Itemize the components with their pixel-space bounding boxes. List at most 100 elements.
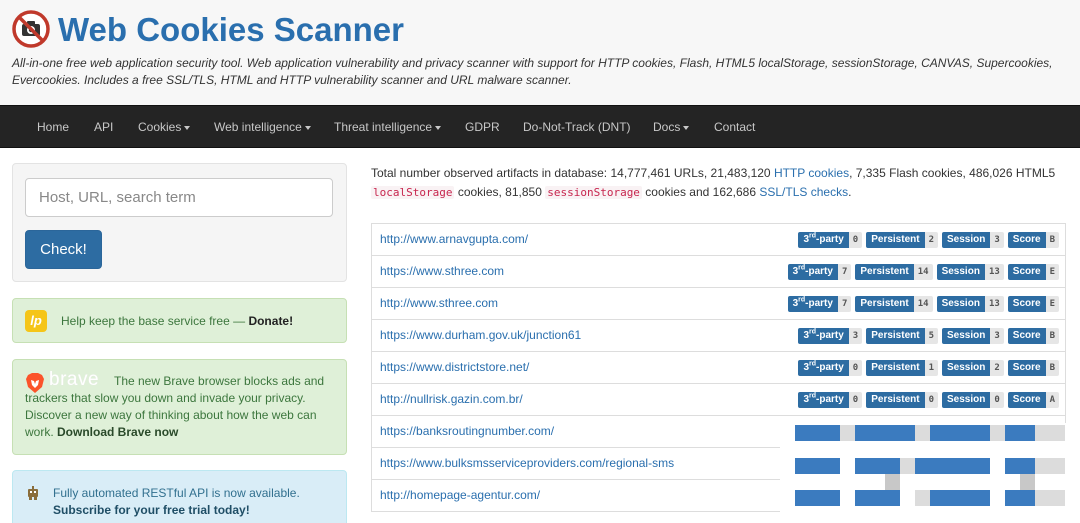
result-row: https://www.sthree.com 3rd-party 7 Persiste… (371, 255, 1066, 288)
badge-label: Session (936, 264, 985, 280)
badge-label-superscript: rd (809, 392, 816, 400)
ssl-tls-checks-link[interactable]: SSL/TLS checks (759, 185, 848, 199)
loading-badge-block (915, 490, 930, 506)
site-title[interactable]: Web Cookies Scanner (58, 10, 404, 50)
score-badge[interactable]: Score E (1007, 296, 1059, 312)
nav-home[interactable]: Home (37, 106, 69, 149)
badge-value: 2 (990, 360, 1004, 376)
badge-label-superscript: rd (809, 232, 816, 240)
caret-down-icon (184, 125, 191, 130)
third-party-badge[interactable]: 3rd-party 3 (798, 328, 863, 344)
session-badge[interactable]: Session 13 (936, 264, 1004, 280)
nav-api[interactable]: API (94, 106, 113, 149)
result-url-link[interactable]: https://banksroutingnumber.com/ (380, 416, 554, 447)
badge-label: Score (1007, 232, 1046, 248)
score-badge[interactable]: Score B (1007, 360, 1059, 376)
score-badge[interactable]: Score B (1007, 328, 1059, 344)
brave-logo[interactable]: brave (25, 370, 117, 394)
persistent-badge[interactable]: Persistent 14 (855, 264, 933, 280)
nav-threat-intelligence-dropdown[interactable]: Threat intelligence (334, 106, 442, 149)
badge-value: 14 (913, 264, 933, 280)
third-party-badge[interactable]: 3rd-party 0 (798, 360, 863, 376)
badge-value: 0 (924, 392, 938, 408)
session-badge[interactable]: Session 13 (936, 296, 1004, 312)
api-message: Fully automated RESTful API is now avail… (53, 486, 300, 500)
nav-label: Cookies (138, 120, 182, 134)
result-url-link[interactable]: https://www.sthree.com (380, 256, 504, 287)
loading-badge-block (1005, 425, 1035, 441)
badge-value: 5 (924, 328, 938, 344)
loading-badge-block (915, 425, 930, 441)
badge-label-superscript: rd (809, 360, 816, 368)
nav-web-intelligence-dropdown[interactable]: Web intelligence (214, 106, 311, 149)
stats-text: Total number observed artifacts in datab… (371, 166, 774, 180)
persistent-badge[interactable]: Persistent 5 (866, 328, 938, 344)
site-header: Web Cookies Scanner All-in-one free web … (0, 0, 1080, 105)
badge-label: Persistent (866, 232, 925, 248)
badge-label-rest: -party (816, 330, 844, 341)
score-badge[interactable]: Score B (1007, 232, 1059, 248)
persistent-badge[interactable]: Persistent 1 (866, 360, 938, 376)
persistent-badge[interactable]: Persistent 2 (866, 232, 938, 248)
badge-value: B (1045, 360, 1059, 376)
caret-down-icon (304, 125, 311, 130)
nav-label: Home (37, 120, 70, 134)
result-url-link[interactable]: http://www.arnavgupta.com/ (380, 224, 528, 255)
localstorage-code: localStorage (371, 186, 455, 199)
persistent-badge[interactable]: Persistent 14 (855, 296, 933, 312)
loading-badges-area (780, 423, 1080, 523)
donate-link[interactable]: Donate! (248, 314, 293, 328)
nav-label: API (94, 120, 114, 134)
donate-alert: lp Help keep the base service free — Don… (12, 298, 347, 343)
caret-down-icon (683, 125, 690, 130)
badge-value: B (1045, 232, 1059, 248)
badge-label: Score (1007, 392, 1046, 408)
badge-label: Persistent (866, 328, 925, 344)
nav-contact[interactable]: Contact (714, 106, 755, 149)
badge-value: 13 (984, 296, 1004, 312)
result-url-link[interactable]: https://www.bulksmsserviceproviders.com/… (380, 448, 674, 479)
persistent-badge[interactable]: Persistent 0 (866, 392, 938, 408)
nav-docs-dropdown[interactable]: Docs (653, 106, 690, 149)
badge-label: Session (936, 296, 985, 312)
api-text: Fully automated RESTful API is now avail… (53, 485, 343, 519)
badge-label-rest: -party (816, 234, 844, 245)
donate-message: Help keep the base service free — (61, 314, 249, 328)
http-cookies-link[interactable]: HTTP cookies (774, 166, 849, 180)
result-url-link[interactable]: http://homepage-agentur.com/ (380, 480, 540, 511)
result-url-link[interactable]: http://nullrisk.gazin.com.br/ (380, 384, 523, 415)
result-url-link[interactable]: https://www.durham.gov.uk/junction61 (380, 320, 581, 351)
download-brave-link[interactable]: Download Brave now (57, 425, 178, 439)
loading-badge-block (795, 425, 840, 441)
brave-alert: The new Brave browser blocks ads and tra… (12, 359, 347, 455)
score-badge[interactable]: Score A (1007, 392, 1059, 408)
third-party-badge[interactable]: 3rd-party 0 (798, 392, 863, 408)
loading-badge-block (855, 425, 915, 441)
subscribe-link[interactable]: Subscribe for your free trial today! (53, 503, 250, 517)
badge-value: 7 (837, 264, 852, 280)
stats-text: , 7,335 Flash cookies, 486,026 HTML5 (849, 166, 1056, 180)
nav-gdpr[interactable]: GDPR (465, 106, 500, 149)
no-camera-icon[interactable] (12, 10, 50, 48)
nav-dnt[interactable]: Do-Not-Track (DNT) (523, 106, 631, 149)
result-row: http://nullrisk.gazin.com.br/3rd-party 0 P… (371, 383, 1066, 416)
loading-badge-block (900, 458, 915, 474)
session-badge[interactable]: Session 3 (942, 328, 1004, 344)
session-badge[interactable]: Session 3 (942, 232, 1004, 248)
brave-lion-icon (26, 373, 44, 393)
third-party-badge[interactable]: 3rd-party 7 (787, 264, 852, 280)
badge-label: Persistent (855, 296, 914, 312)
score-badge[interactable]: Score E (1007, 264, 1059, 280)
result-url-link[interactable]: http://www.sthree.com (380, 288, 498, 319)
liberapay-icon: lp (25, 310, 47, 332)
third-party-badge[interactable]: 3rd-party 7 (787, 296, 852, 312)
session-badge[interactable]: Session 0 (942, 392, 1004, 408)
loading-badge-block (930, 490, 990, 506)
session-badge[interactable]: Session 2 (942, 360, 1004, 376)
third-party-badge[interactable]: 3rd-party 0 (798, 232, 863, 248)
result-row: https://www.districtstore.net/3rd-party 0… (371, 351, 1066, 384)
nav-cookies-dropdown[interactable]: Cookies (138, 106, 191, 149)
result-url-link[interactable]: https://www.districtstore.net/ (380, 352, 529, 383)
search-input[interactable] (25, 178, 333, 217)
check-button[interactable]: Check! (25, 230, 102, 269)
